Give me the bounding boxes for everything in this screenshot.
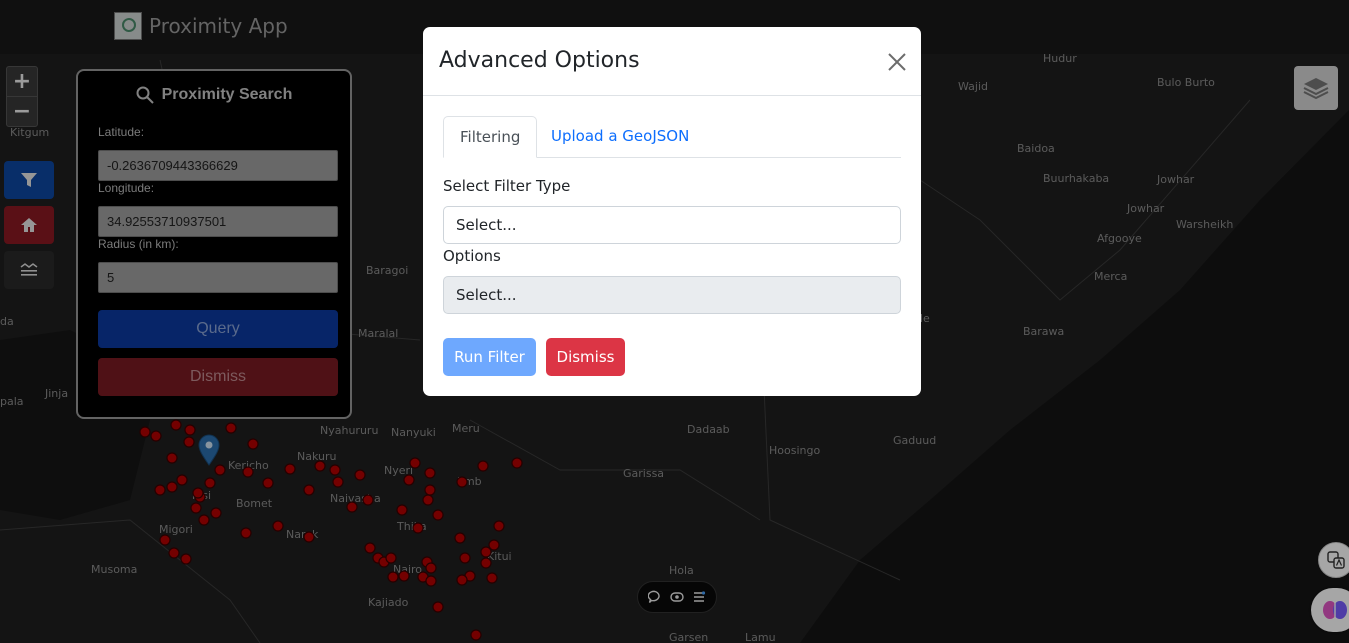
- advanced-options-modal: Advanced Options Filtering Upload a GeoJ…: [423, 27, 921, 396]
- modal-tabs: Filtering Upload a GeoJSON: [443, 116, 901, 158]
- tab-upload-geojson[interactable]: Upload a GeoJSON: [535, 116, 705, 156]
- tab-filtering[interactable]: Filtering: [443, 116, 538, 158]
- modal-title: Advanced Options: [439, 48, 640, 73]
- close-icon[interactable]: [887, 52, 907, 72]
- options-select[interactable]: Select...: [443, 276, 901, 314]
- filter-type-label: Select Filter Type: [443, 177, 571, 195]
- options-label: Options: [443, 247, 501, 265]
- filter-type-select[interactable]: Select...: [443, 206, 901, 244]
- run-filter-button[interactable]: Run Filter: [443, 338, 536, 376]
- modal-dismiss-button[interactable]: Dismiss: [546, 338, 625, 376]
- modal-header: Advanced Options: [423, 27, 921, 96]
